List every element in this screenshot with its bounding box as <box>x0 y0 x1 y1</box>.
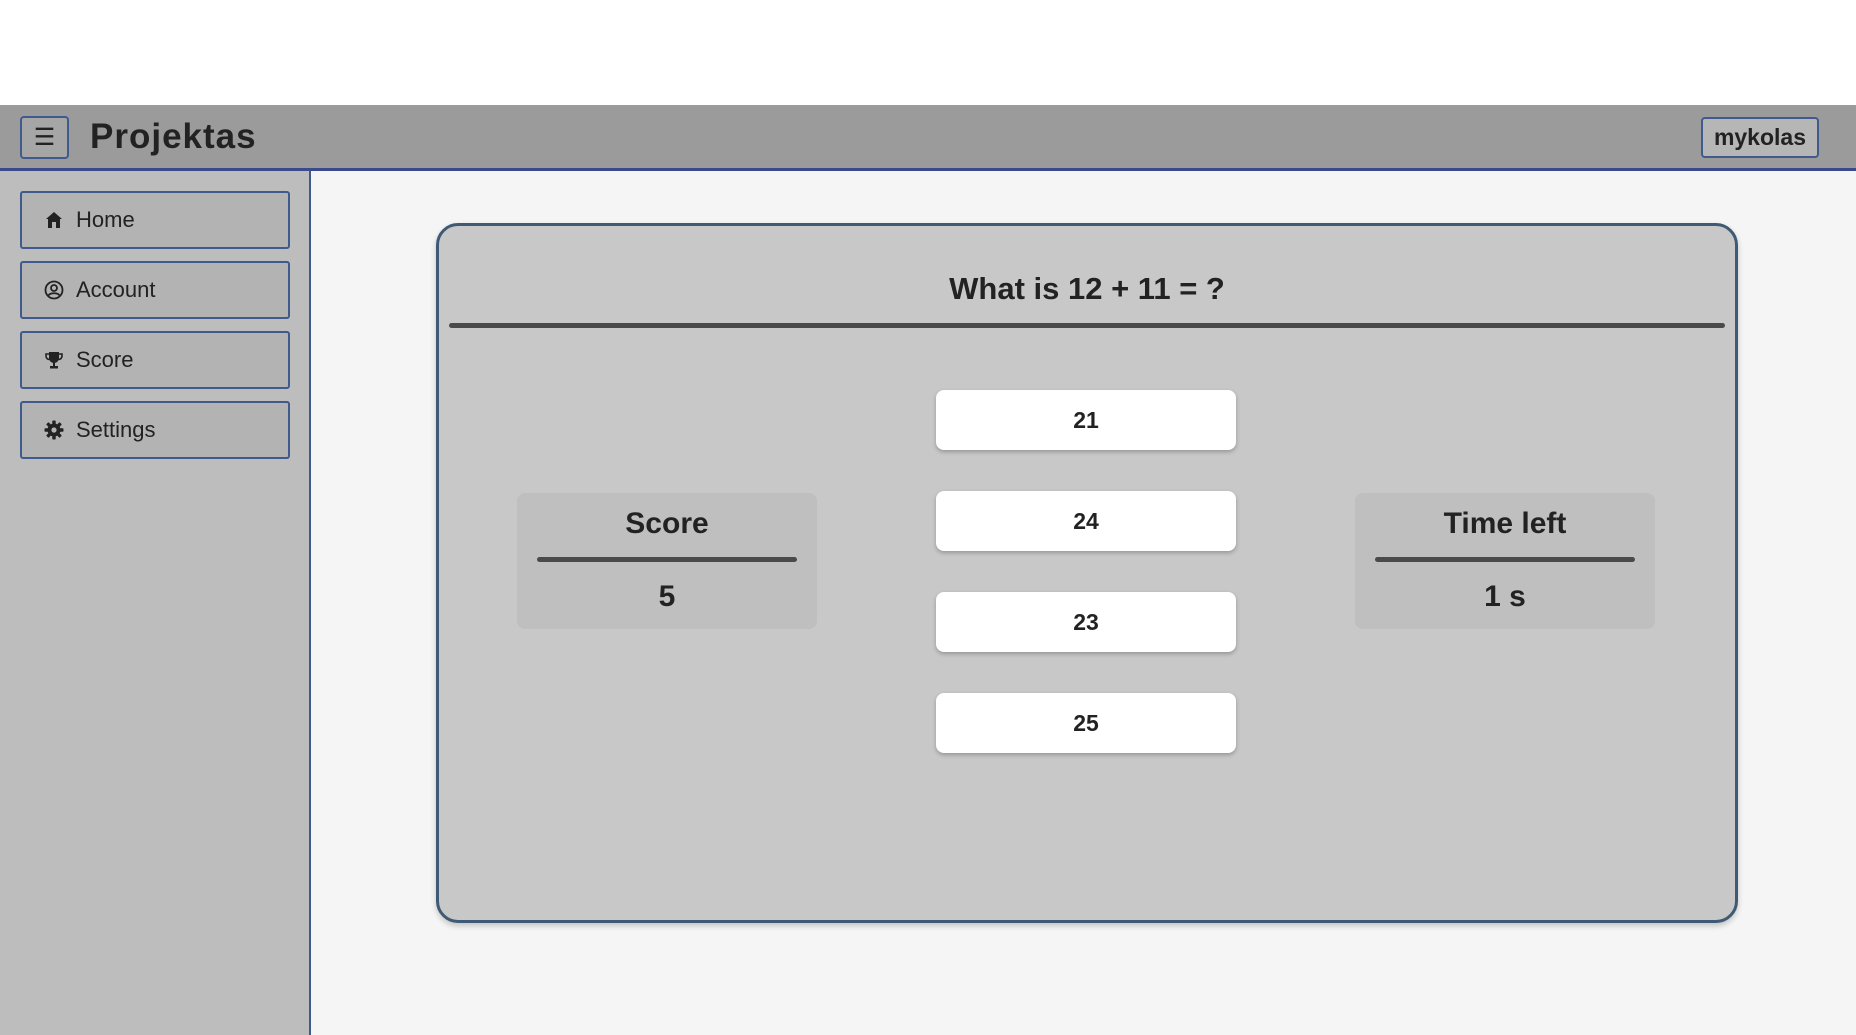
answer-button-3[interactable]: 23 <box>936 592 1236 652</box>
main-content: What is 12 + 11 = ? Score 5 21 24 23 25 … <box>311 171 1856 1035</box>
sidebar-item-settings[interactable]: Settings <box>20 401 290 459</box>
gear-icon <box>44 420 64 440</box>
trophy-icon <box>44 350 64 370</box>
app-root: ☰ Projektas mykolas Home Account Score S… <box>0 105 1856 1035</box>
sidebar-item-label: Home <box>76 207 135 232</box>
sidebar-item-account[interactable]: Account <box>20 261 290 319</box>
score-title: Score <box>625 507 709 540</box>
app-brand-title: Projektas <box>90 117 257 156</box>
sidebar-item-home[interactable]: Home <box>20 191 290 249</box>
question-text: What is 12 + 11 = ? <box>949 271 1225 306</box>
sidebar: Home Account Score Settings <box>0 171 311 1035</box>
top-whitespace <box>0 0 1856 105</box>
sidebar-item-label: Account <box>76 277 156 302</box>
sidebar-item-label: Score <box>76 347 134 372</box>
home-icon <box>44 210 64 230</box>
user-circle-icon <box>44 280 64 300</box>
answer-button-2[interactable]: 24 <box>936 491 1236 551</box>
hamburger-icon: ☰ <box>33 124 56 151</box>
time-left-panel: Time left 1 s <box>1355 493 1655 629</box>
question-divider <box>449 323 1725 328</box>
menu-toggle-button[interactable]: ☰ <box>20 116 69 159</box>
sidebar-item-score[interactable]: Score <box>20 331 290 389</box>
answer-button-1[interactable]: 21 <box>936 390 1236 450</box>
score-divider <box>537 557 797 562</box>
time-left-divider <box>1375 557 1635 562</box>
answer-button-4[interactable]: 25 <box>936 693 1236 753</box>
sidebar-item-label: Settings <box>76 417 156 442</box>
quiz-card: What is 12 + 11 = ? Score 5 21 24 23 25 … <box>436 223 1738 923</box>
user-account-button[interactable]: mykolas <box>1700 117 1819 158</box>
time-left-value: 1 s <box>1484 580 1526 613</box>
score-panel: Score 5 <box>517 493 817 629</box>
top-navbar: ☰ Projektas mykolas <box>0 105 1856 171</box>
time-left-title: Time left <box>1443 507 1567 540</box>
score-value: 5 <box>658 580 676 613</box>
